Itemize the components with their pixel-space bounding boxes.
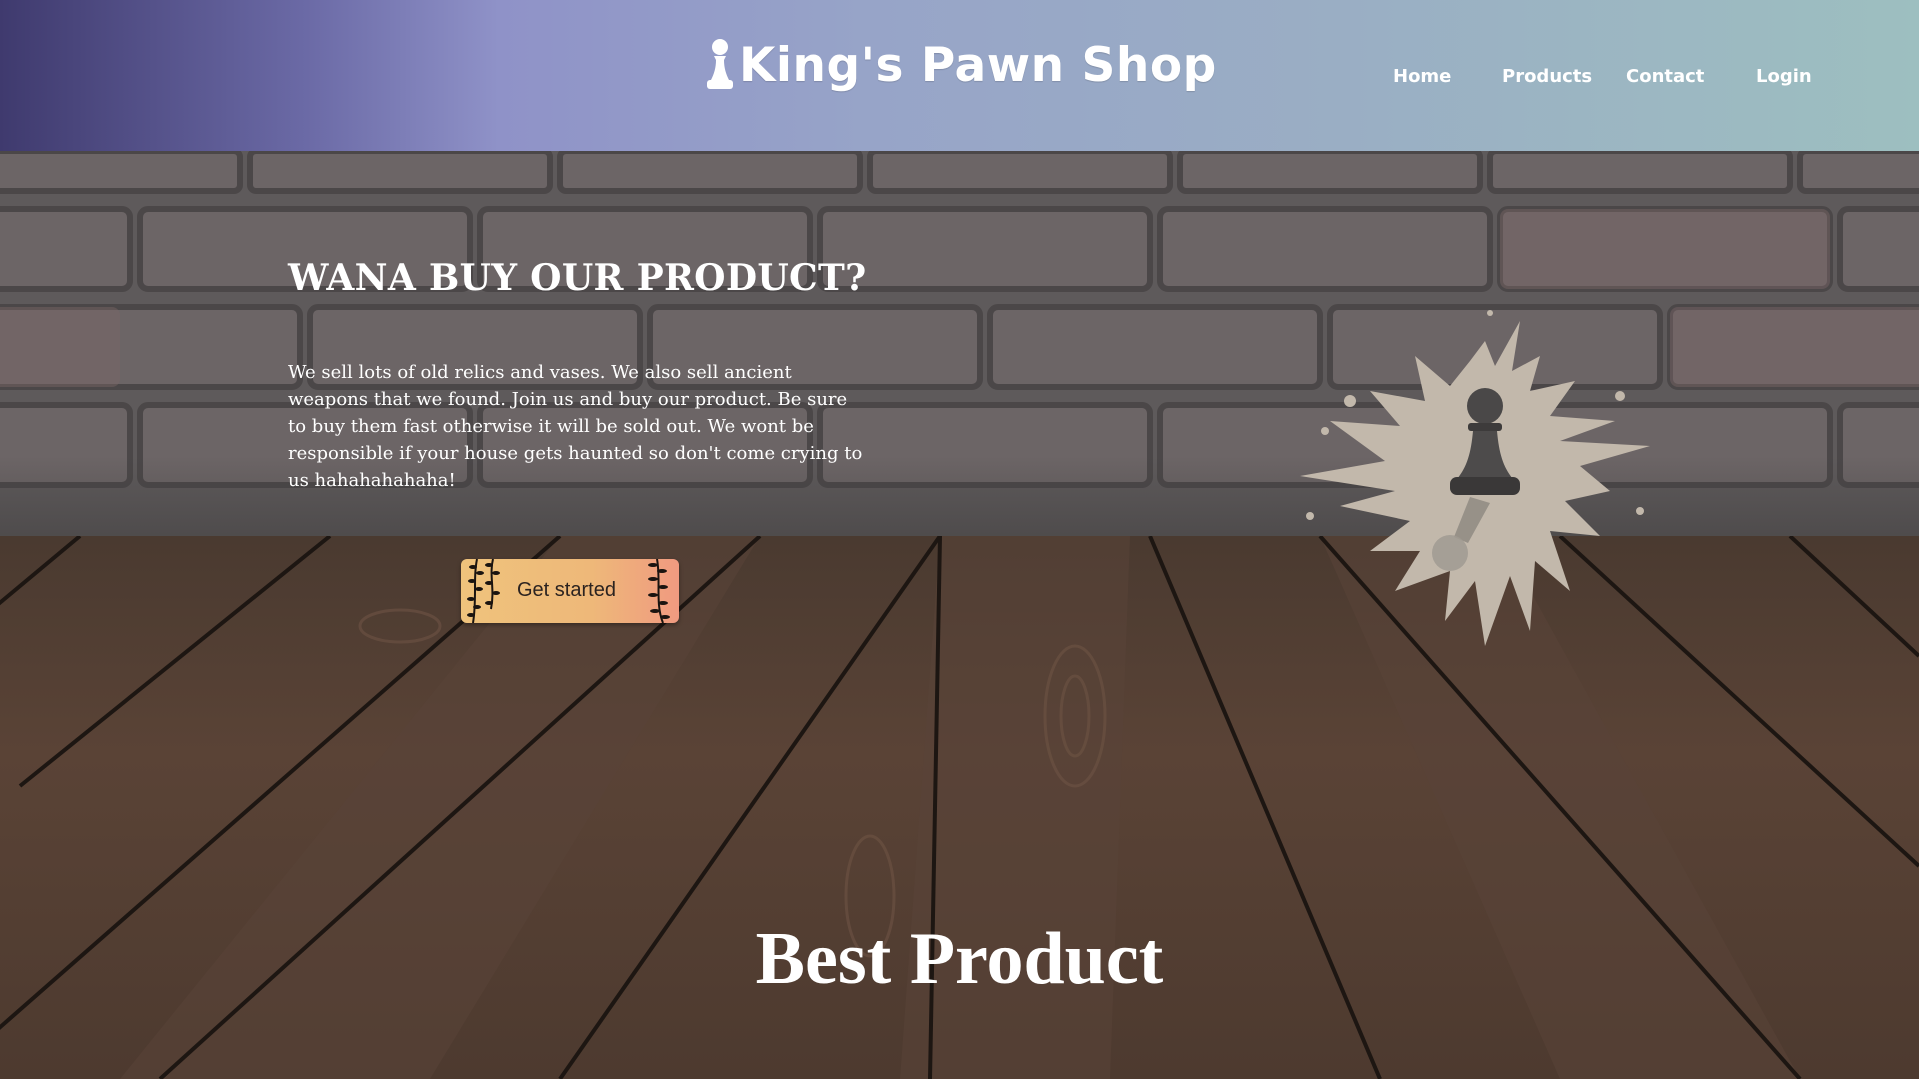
site-header: King's Pawn Shop Home Products Contact L… — [0, 0, 1919, 151]
hero-description: We sell lots of old relics and vases. We… — [288, 362, 863, 491]
nav-products-link[interactable]: Products — [1502, 66, 1592, 87]
vine-icon — [648, 559, 670, 623]
get-started-button[interactable]: Get started — [461, 559, 679, 623]
best-product-heading: Best Product — [755, 918, 1164, 1000]
chess-pawn-splash-icon — [1300, 310, 1650, 646]
nav-contact-link[interactable]: Contact — [1626, 66, 1704, 87]
main-nav: Home Products Contact Login — [0, 66, 1919, 94]
vine-icon — [467, 559, 500, 623]
hero-title: WANA BUY OUR PRODUCT? — [288, 257, 867, 299]
nav-login-link[interactable]: Login — [1756, 66, 1812, 87]
get-started-label: Get started — [517, 579, 616, 601]
hero-section: WANA BUY OUR PRODUCT? We sell lots of ol… — [0, 151, 1919, 1079]
nav-home-link[interactable]: Home — [1393, 66, 1451, 87]
